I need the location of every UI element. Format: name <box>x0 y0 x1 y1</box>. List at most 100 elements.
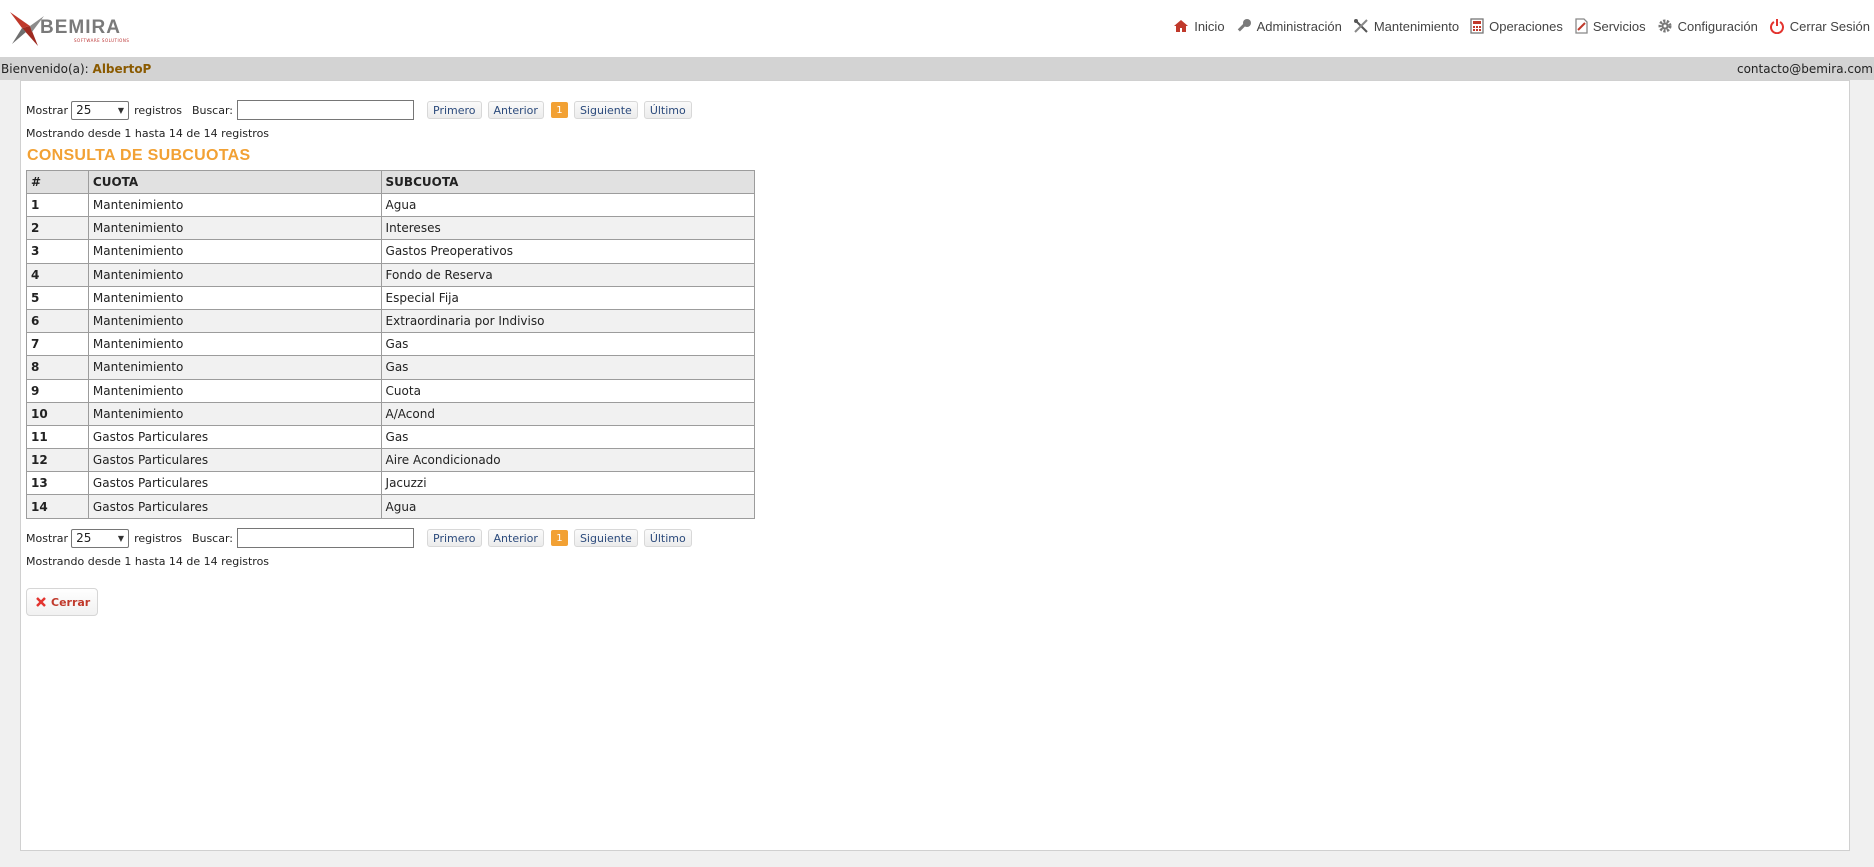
cell-number: 6 <box>26 308 89 334</box>
key-icon <box>1237 19 1251 32</box>
cell-subcuota: Fondo de Reserva <box>380 262 756 287</box>
power-icon <box>1769 19 1784 34</box>
chevron-down-icon: ▼ <box>117 105 125 115</box>
cell-number: 2 <box>26 216 89 241</box>
records-label: registros <box>134 531 182 545</box>
show-label: Mostrar <box>26 531 69 545</box>
nav-label: Operaciones <box>1489 18 1563 34</box>
brand-name: BEMIRA <box>40 17 121 38</box>
page-size-select[interactable]: 25 ▼ <box>71 100 130 120</box>
close-icon <box>36 597 46 607</box>
cell-subcuota: Especial Fija <box>380 285 756 310</box>
top-header: BEMIRA SOFTWARE SOLUTIONS Inicio Adminis… <box>0 0 1874 57</box>
cell-subcuota: Aire Acondicionado <box>380 448 756 473</box>
main-panel: Mostrar 25 ▼ registros Buscar: Primero A… <box>20 80 1850 851</box>
cell-subcuota: Gastos Preoperativos <box>380 239 756 264</box>
table-row[interactable]: 1 Mantenimiento Agua <box>26 192 756 218</box>
previous-page-button[interactable]: Anterior <box>487 529 544 547</box>
cell-cuota: Gastos Particulares <box>87 424 382 450</box>
cell-subcuota: Gas <box>380 332 756 357</box>
cell-number: 13 <box>26 471 89 496</box>
brand-logo[interactable]: BEMIRA SOFTWARE SOLUTIONS <box>8 6 138 50</box>
table-row[interactable]: 2 Mantenimiento Intereses <box>26 216 756 241</box>
tools-icon <box>1353 19 1368 33</box>
next-page-button[interactable]: Siguiente <box>573 529 638 547</box>
records-info-top: Mostrando desde 1 hasta 14 de 14 registr… <box>26 127 270 140</box>
nav-operaciones[interactable]: Operaciones <box>1470 18 1563 34</box>
table-row[interactable]: 11 Gastos Particulares Gas <box>26 424 756 450</box>
cell-number: 3 <box>26 239 89 264</box>
cell-number: 1 <box>26 192 89 218</box>
cell-number: 9 <box>26 378 89 403</box>
table-controls-top: Mostrar 25 ▼ registros Buscar: Primero A… <box>26 100 692 120</box>
cell-subcuota: Gas <box>380 355 756 380</box>
cell-subcuota: Gas <box>380 424 756 450</box>
nav-inicio[interactable]: Inicio <box>1173 18 1225 34</box>
document-icon <box>1575 18 1588 34</box>
table-row[interactable]: 10 Mantenimiento A/Acond <box>26 401 756 426</box>
nav-label: Configuración <box>1677 18 1758 34</box>
table-row[interactable]: 8 Mantenimiento Gas <box>26 355 756 380</box>
cell-cuota: Mantenimiento <box>87 239 382 264</box>
cell-subcuota: Extraordinaria por Indiviso <box>380 308 756 334</box>
nav-administracion[interactable]: Administración <box>1236 18 1342 34</box>
show-label: Mostrar <box>26 103 69 117</box>
last-page-button[interactable]: Último <box>643 101 692 119</box>
table-row[interactable]: 6 Mantenimiento Extraordinaria por Indivis… <box>26 308 756 334</box>
previous-page-button[interactable]: Anterior <box>487 101 544 119</box>
table-row[interactable]: 12 Gastos Particulares Aire Acondicionado <box>26 448 756 473</box>
current-page-indicator[interactable]: 1 <box>550 530 568 546</box>
table-row[interactable]: 7 Mantenimiento Gas <box>26 332 756 357</box>
column-header-subcuota[interactable]: SUBCUOTA <box>380 170 756 194</box>
current-page-indicator[interactable]: 1 <box>550 102 568 118</box>
nav-label: Cerrar Sesión <box>1789 18 1870 34</box>
cell-number: 10 <box>26 401 89 426</box>
cell-cuota: Mantenimiento <box>87 378 382 403</box>
close-button-label: Cerrar <box>51 595 91 609</box>
table-row[interactable]: 5 Mantenimiento Especial Fija <box>26 285 756 310</box>
search-input[interactable] <box>237 100 415 120</box>
nav-label: Servicios <box>1592 18 1646 34</box>
welcome-prefix: Bienvenido(a): <box>1 61 89 76</box>
nav-mantenimiento[interactable]: Mantenimiento <box>1353 18 1459 34</box>
table-row[interactable]: 14 Gastos Particulares Agua <box>26 494 756 519</box>
nav-label: Inicio <box>1194 18 1225 34</box>
last-page-button[interactable]: Último <box>643 529 692 547</box>
nav-cerrar-sesion[interactable]: Cerrar Sesión <box>1769 18 1870 34</box>
cell-number: 14 <box>26 494 89 519</box>
first-page-button[interactable]: Primero <box>427 101 482 119</box>
table-row[interactable]: 4 Mantenimiento Fondo de Reserva <box>26 262 756 287</box>
cell-cuota: Mantenimiento <box>87 216 382 241</box>
records-info-bottom: Mostrando desde 1 hasta 14 de 14 registr… <box>26 555 270 568</box>
nav-label: Mantenimiento <box>1373 18 1460 34</box>
first-page-button[interactable]: Primero <box>427 529 482 547</box>
cell-cuota: Mantenimiento <box>87 285 382 310</box>
cell-subcuota: Agua <box>380 192 756 218</box>
cell-cuota: Mantenimiento <box>87 192 382 218</box>
page-size-select[interactable]: 25 ▼ <box>71 528 130 548</box>
column-header-cuota[interactable]: CUOTA <box>87 170 382 194</box>
table-header-row: # CUOTA SUBCUOTA <box>26 170 756 194</box>
cell-subcuota: Jacuzzi <box>380 471 756 496</box>
cell-number: 8 <box>26 355 89 380</box>
main-nav: Inicio Administración Mantenimiento Oper… <box>1162 15 1870 37</box>
page-size-value: 25 <box>76 531 92 545</box>
table-row[interactable]: 13 Gastos Particulares Jacuzzi <box>26 471 756 496</box>
table-row[interactable]: 3 Mantenimiento Gastos Preoperativos <box>26 239 756 264</box>
search-label: Buscar: <box>191 531 234 545</box>
nav-servicios[interactable]: Servicios <box>1574 18 1646 34</box>
cell-cuota: Gastos Particulares <box>87 494 382 519</box>
cell-subcuota: Cuota <box>380 378 756 403</box>
next-page-button[interactable]: Siguiente <box>573 101 638 119</box>
nav-configuracion[interactable]: Configuración <box>1657 18 1758 34</box>
column-header-number[interactable]: # <box>26 170 89 194</box>
cell-number: 5 <box>26 285 89 310</box>
close-button[interactable]: Cerrar <box>26 588 98 616</box>
search-input[interactable] <box>237 528 415 548</box>
cell-subcuota: Agua <box>380 494 756 519</box>
table-row[interactable]: 9 Mantenimiento Cuota <box>26 378 756 403</box>
welcome-bar: Bienvenido(a): AlbertoP contacto@bemira.… <box>0 57 1874 80</box>
nav-label: Administración <box>1256 18 1342 34</box>
cell-cuota: Gastos Particulares <box>87 471 382 496</box>
records-label: registros <box>134 103 182 117</box>
